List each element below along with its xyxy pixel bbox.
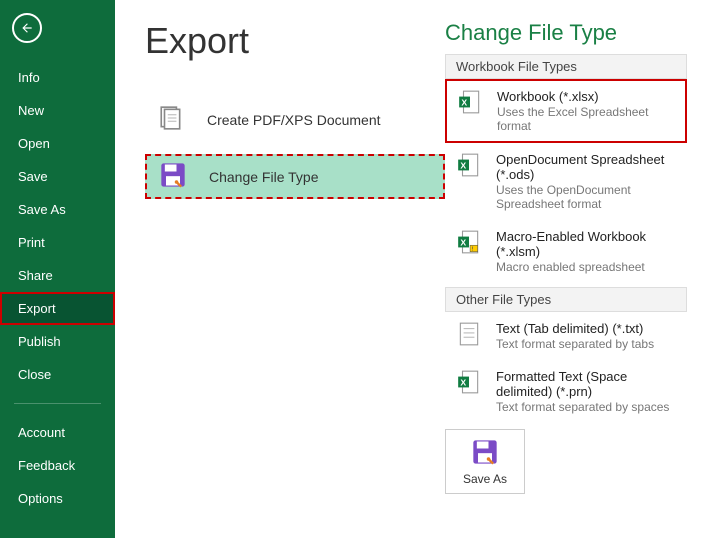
file-type-xlsm[interactable]: X! Macro-Enabled Workbook (*.xlsm) Macro… [445, 220, 687, 283]
change-file-type-icon [157, 161, 189, 192]
export-option-change-file-type[interactable]: Change File Type [145, 154, 445, 199]
file-type-xlsx[interactable]: X Workbook (*.xlsx) Uses the Excel Sprea… [445, 79, 687, 143]
back-button[interactable] [12, 13, 42, 43]
sidebar-item-options[interactable]: Options [0, 482, 115, 515]
app-root: Info New Open Save Save As Print Share E… [0, 0, 702, 538]
prn-icon: X [456, 369, 486, 398]
change-file-type-title: Change File Type [445, 20, 687, 46]
export-option-change-label: Change File Type [209, 169, 318, 185]
save-as-icon [471, 438, 499, 466]
export-option-pdf-label: Create PDF/XPS Document [207, 112, 381, 128]
sidebar-item-share[interactable]: Share [0, 259, 115, 292]
file-type-txt[interactable]: Text (Tab delimited) (*.txt) Text format… [445, 312, 687, 360]
file-type-prn[interactable]: X Formatted Text (Space delimited) (*.pr… [445, 360, 687, 423]
group-header-workbook: Workbook File Types [445, 54, 687, 79]
svg-text:X: X [460, 160, 466, 170]
group-header-other: Other File Types [445, 287, 687, 312]
file-type-txt-desc: Text format separated by tabs [496, 337, 654, 351]
sidebar-item-save-as[interactable]: Save As [0, 193, 115, 226]
file-type-prn-desc: Text format separated by spaces [496, 400, 676, 414]
sidebar-item-open[interactable]: Open [0, 127, 115, 160]
file-type-xlsm-desc: Macro enabled spreadsheet [496, 260, 676, 274]
svg-text:X: X [460, 237, 466, 247]
file-type-xlsx-desc: Uses the Excel Spreadsheet format [497, 105, 675, 133]
page-title: Export [145, 20, 445, 62]
svg-text:X: X [460, 377, 466, 387]
file-type-txt-title: Text (Tab delimited) (*.txt) [496, 321, 654, 336]
ods-icon: X [456, 152, 486, 181]
svg-text:X: X [461, 97, 467, 107]
sidebar-item-new[interactable]: New [0, 94, 115, 127]
sidebar-divider [14, 403, 101, 404]
svg-text:!: ! [472, 247, 474, 253]
file-type-ods[interactable]: X OpenDocument Spreadsheet (*.ods) Uses … [445, 143, 687, 220]
sidebar-item-close[interactable]: Close [0, 358, 115, 391]
sidebar-item-info[interactable]: Info [0, 61, 115, 94]
save-as-label: Save As [463, 472, 507, 486]
xlsx-icon: X [457, 89, 487, 118]
pdf-document-icon [155, 105, 187, 134]
xlsm-icon: X! [456, 229, 486, 258]
sidebar-item-account[interactable]: Account [0, 416, 115, 449]
backstage-sidebar: Info New Open Save Save As Print Share E… [0, 0, 115, 538]
txt-icon [456, 321, 486, 350]
save-as-button[interactable]: Save As [445, 429, 525, 494]
file-type-xlsm-title: Macro-Enabled Workbook (*.xlsm) [496, 229, 676, 259]
sidebar-item-save[interactable]: Save [0, 160, 115, 193]
file-type-prn-title: Formatted Text (Space delimited) (*.prn) [496, 369, 676, 399]
back-arrow-icon [20, 21, 34, 35]
file-type-ods-title: OpenDocument Spreadsheet (*.ods) [496, 152, 676, 182]
sidebar-item-print[interactable]: Print [0, 226, 115, 259]
sidebar-item-feedback[interactable]: Feedback [0, 449, 115, 482]
main-content: Export Create PDF/XPS Document Change Fi… [115, 0, 702, 538]
sidebar-item-export[interactable]: Export [0, 292, 115, 325]
file-type-ods-desc: Uses the OpenDocument Spreadsheet format [496, 183, 676, 211]
export-option-pdf[interactable]: Create PDF/XPS Document [145, 97, 445, 142]
sidebar-item-publish[interactable]: Publish [0, 325, 115, 358]
export-options-column: Export Create PDF/XPS Document Change Fi… [145, 20, 445, 538]
file-type-xlsx-title: Workbook (*.xlsx) [497, 89, 675, 104]
file-type-column: Change File Type Workbook File Types X W… [445, 20, 702, 538]
